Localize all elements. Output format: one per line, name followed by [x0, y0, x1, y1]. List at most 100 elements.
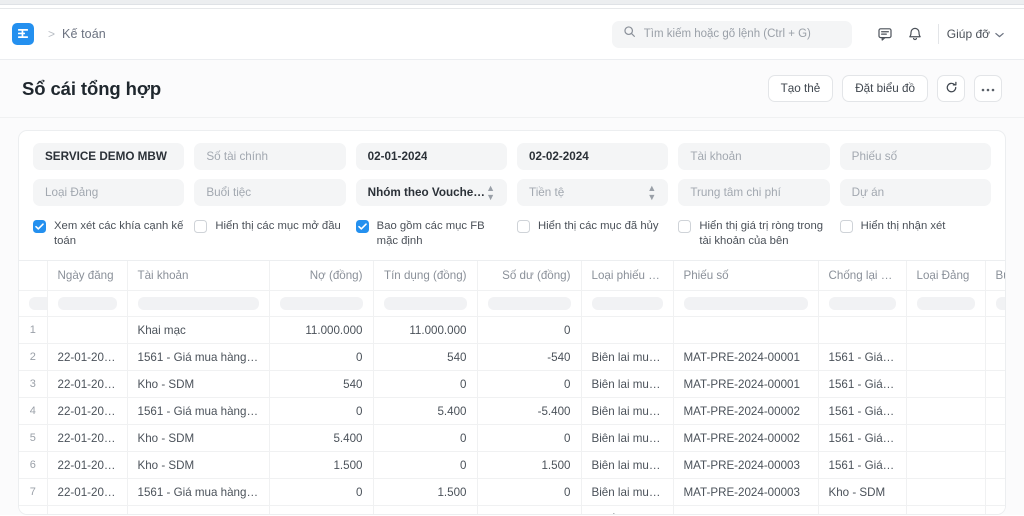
erp-logo-icon[interactable] — [12, 23, 34, 45]
cell-vno[interactable]: MAT-PRE-2024-00002 — [673, 397, 819, 425]
set-chart-button[interactable]: Đặt biểu đồ — [842, 75, 928, 102]
table-row[interactable]: 4 22-01-2024 1561 - Giá mua hàng hó... 0 5.4… — [19, 397, 1005, 425]
column-filter-vno[interactable] — [673, 290, 819, 317]
breadcrumb-accounting[interactable]: Kế toán — [62, 27, 106, 41]
column-header-idx[interactable] — [19, 260, 48, 291]
cell-balance[interactable]: -1.620 — [477, 505, 582, 514]
table-row[interactable]: s...22-01-2024Kho - SDM01.620-1.620Phiếu… — [19, 505, 1005, 514]
column-header-vno[interactable]: Phiếu số — [673, 260, 819, 291]
cell-party[interactable] — [985, 343, 1005, 371]
column-filter-ptype[interactable] — [906, 290, 986, 317]
cell-party[interactable] — [985, 424, 1005, 452]
column-filter-input[interactable] — [916, 297, 975, 310]
filter-voucher-no[interactable]: Phiếu số — [839, 143, 991, 170]
filter-cost-center[interactable]: Trung tâm chi phí — [678, 179, 830, 206]
cell-debit[interactable]: 0 — [269, 505, 374, 514]
column-filter-input[interactable] — [57, 297, 117, 310]
cell-party[interactable] — [985, 451, 1005, 479]
table-row[interactable]: 6 22-01-2024 Kho - SDM 1.500 0 1.500 Biên lai … — [19, 451, 1005, 479]
checkbox-box[interactable] — [33, 220, 46, 233]
cell-ptype[interactable] — [906, 505, 986, 514]
column-header-date[interactable]: Ngày đăng — [47, 260, 128, 291]
cell-vtype[interactable]: Biên lai mua hà... — [581, 343, 674, 371]
report-table-container[interactable]: Ngày đăng Tài khoản Nợ (đồng) Tín dụng (đồn… — [19, 259, 1005, 514]
cell-vno[interactable]: MAT-PRE-2024-00003 — [673, 478, 819, 506]
filter-to-date[interactable]: 02-02-2024 — [516, 143, 669, 170]
cell-account[interactable]: 1561 - Giá mua hàng hó... — [127, 343, 270, 371]
cell-vtype[interactable]: Phiếu giao hàng — [581, 505, 674, 514]
cell-account[interactable]: Kho - SDM — [127, 370, 270, 398]
cell-debit[interactable]: 0 — [269, 397, 374, 425]
cell-balance[interactable]: -540 — [477, 343, 582, 371]
more-options-button[interactable] — [974, 75, 1002, 102]
column-filter-input[interactable] — [383, 297, 467, 310]
column-filter-input[interactable] — [279, 297, 363, 310]
column-header-party[interactable]: Bu — [985, 260, 1005, 291]
cell-account[interactable]: 1561 - Giá mua hàng hó... — [127, 478, 270, 506]
checkbox-include-default-fb[interactable]: Bao gồm các mục FB mặc định — [355, 219, 507, 250]
cell-against[interactable]: 1561 - Giá mu... — [818, 424, 907, 452]
column-filter-date[interactable] — [47, 290, 128, 317]
cell-date[interactable]: 22-01-2024 — [47, 424, 128, 452]
column-filter-input[interactable] — [828, 297, 896, 310]
cell-balance[interactable]: 0 — [477, 424, 582, 452]
cell-date[interactable] — [47, 316, 128, 344]
cell-credit[interactable]: 0 — [373, 370, 478, 398]
checkbox-box[interactable] — [355, 220, 369, 233]
column-filter-input[interactable] — [29, 297, 46, 310]
column-filter-balance[interactable] — [477, 290, 582, 317]
cell-against[interactable]: 1561 - Giá mu... — [818, 397, 907, 425]
cell-vtype[interactable]: Biên lai mua hà... — [581, 451, 674, 479]
cell-balance[interactable]: 0 — [477, 478, 582, 506]
table-row[interactable]: 1 Khai mạc 11.000.000 11.000.000 0 — [19, 316, 1005, 344]
cell-idx[interactable]: 7 — [19, 478, 48, 506]
filter-party-type[interactable]: Loại Đảng — [33, 179, 185, 206]
cell-against[interactable]: 1561 - Giá mu... — [818, 343, 907, 371]
bell-icon[interactable] — [900, 19, 930, 49]
filter-finance-book[interactable]: Số tài chính — [194, 143, 346, 170]
cell-party[interactable] — [985, 316, 1005, 344]
cell-debit[interactable]: 11.000.000 — [269, 316, 374, 344]
refresh-button[interactable] — [937, 75, 965, 102]
filter-account[interactable]: Tài khoản — [678, 143, 830, 170]
checkbox-show-opening-entries[interactable]: Hiển thị các mục mở đầu — [194, 219, 345, 250]
column-header-debit[interactable]: Nợ (đồng) — [269, 260, 374, 291]
cell-ptype[interactable] — [906, 397, 986, 425]
cell-vno[interactable]: MAT-PRE-2024-00001 — [673, 370, 819, 398]
column-header-account[interactable]: Tài khoản — [127, 260, 270, 291]
column-header-against[interactable]: Chống lại tài ... — [818, 260, 907, 291]
column-filter-debit[interactable] — [269, 290, 374, 317]
cell-vno[interactable]: MAT-PRE-2024-00002 — [673, 424, 819, 452]
search-input[interactable]: Tìm kiếm hoặc gõ lệnh (Ctrl + G) — [611, 20, 852, 48]
column-header-credit[interactable]: Tín dụng (đồng) — [373, 260, 478, 291]
cell-account[interactable]: Kho - SDM — [127, 451, 270, 479]
cell-ptype[interactable] — [906, 370, 986, 398]
cell-party[interactable] — [985, 478, 1005, 506]
column-header-balance[interactable]: Số dư (đồng) — [477, 260, 582, 291]
cell-ptype[interactable] — [906, 478, 986, 506]
filter-party[interactable]: Buổi tiệc — [194, 179, 346, 206]
cell-credit[interactable]: 1.620 — [373, 505, 478, 514]
cell-credit[interactable]: 1.500 — [373, 478, 478, 506]
checkbox-show-remarks[interactable]: Hiển thị nhận xét — [839, 219, 991, 250]
column-filter-input[interactable] — [487, 297, 571, 310]
column-filter-input[interactable] — [591, 297, 663, 310]
cell-against[interactable]: 1561 - Giá mu... — [818, 370, 907, 398]
create-card-button[interactable]: Tạo thẻ — [767, 75, 834, 102]
checkbox-box[interactable] — [194, 220, 208, 233]
cell-idx[interactable]: 1 — [19, 316, 48, 344]
table-row[interactable]: 7 22-01-2024 1561 - Giá mua hàng hó... 0 1.5… — [19, 478, 1005, 506]
cell-idx[interactable]: 4 — [19, 397, 48, 425]
cell-credit[interactable]: 540 — [373, 343, 478, 371]
column-filter-idx[interactable] — [19, 290, 48, 317]
comment-icon[interactable] — [870, 19, 900, 49]
cell-credit[interactable]: 0 — [373, 424, 478, 452]
cell-idx[interactable]: s... — [19, 505, 48, 514]
cell-account[interactable]: Kho - SDM — [127, 424, 270, 452]
cell-against[interactable]: 5111 - Doanh t... — [818, 505, 907, 514]
cell-vtype[interactable]: Biên lai mua hà... — [581, 478, 674, 506]
column-filter-input[interactable] — [683, 297, 808, 310]
cell-date[interactable]: 22-01-2024 — [47, 397, 128, 425]
cell-date[interactable]: 22-01-2024 — [47, 505, 128, 514]
cell-credit[interactable]: 0 — [373, 451, 478, 479]
